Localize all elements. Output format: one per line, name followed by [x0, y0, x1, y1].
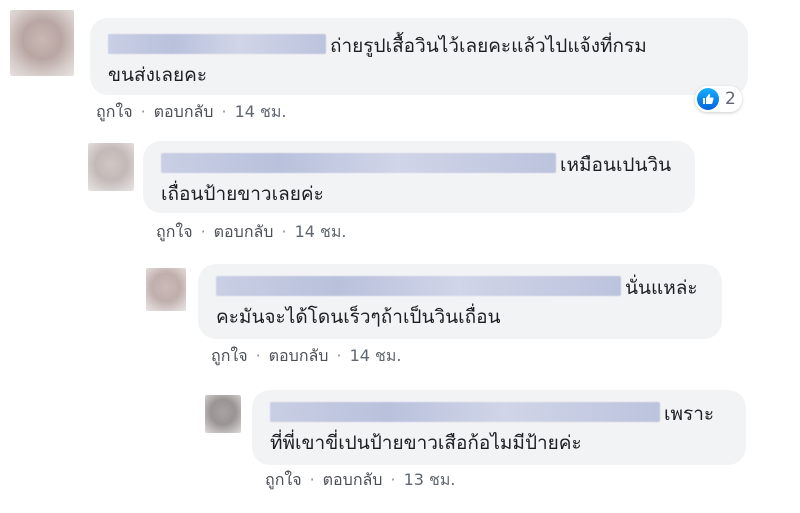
separator: · [255, 346, 261, 365]
reply-link[interactable]: ตอบกลับ [214, 222, 274, 241]
comment-actions: ถูกใจ · ตอบกลับ · 14 ชม. [156, 220, 347, 245]
comment-bubble: ถ่ายรูปเสื้อวินไว้เลยคะแล้วไปแจ้งที่กรม … [90, 18, 748, 95]
comment-text-line2: เถื่อนป้ายขาวเลยค่ะ [161, 183, 324, 205]
avatar[interactable] [146, 268, 186, 311]
timestamp[interactable]: 14 ชม. [235, 102, 287, 121]
timestamp[interactable]: 14 ชม. [350, 346, 402, 365]
commenter-name-redacted[interactable] [216, 276, 621, 296]
reply-link[interactable]: ตอบกลับ [269, 346, 329, 365]
separator: · [200, 222, 206, 241]
comment-actions: ถูกใจ · ตอบกลับ · 14 ชม. [96, 100, 287, 125]
commenter-name-redacted[interactable] [270, 402, 660, 422]
comment-text-line1: นั่นแหล่ะ [625, 277, 698, 299]
reply-link[interactable]: ตอบกลับ [323, 470, 383, 489]
comment-text-line2: ขนส่งเลยคะ [108, 64, 208, 86]
avatar[interactable] [205, 395, 241, 433]
comment-bubble: เหมือนเปนวิน เถื่อนป้ายขาวเลยค่ะ [143, 141, 695, 213]
comment-actions: ถูกใจ · ตอบกลับ · 14 ชม. [211, 344, 402, 369]
separator: · [140, 102, 146, 121]
comment-text-line2: ที่พี่เขาขี่เปนป้ายขาวเสือก้อไมมีป้ายค่ะ [270, 432, 582, 454]
comment-bubble: นั่นแหล่ะ คะมันจะได้โดนเร็วๆถ้าเป็นวินเถ… [198, 264, 722, 339]
comment-text-line1: เพราะ [664, 403, 715, 425]
like-link[interactable]: ถูกใจ [211, 346, 248, 365]
avatar[interactable] [10, 10, 74, 76]
commenter-name-redacted[interactable] [108, 34, 326, 54]
like-thumb-icon [697, 88, 719, 110]
separator: · [390, 470, 396, 489]
separator: · [336, 346, 342, 365]
like-link[interactable]: ถูกใจ [96, 102, 133, 121]
reaction-count: 2 [725, 89, 736, 109]
commenter-name-redacted[interactable] [161, 153, 556, 173]
comment-text-line1: ถ่ายรูปเสื้อวินไว้เลยคะแล้วไปแจ้งที่กรม [330, 35, 647, 57]
comment-text-line2: คะมันจะได้โดนเร็วๆถ้าเป็นวินเถื่อน [216, 306, 501, 328]
comment-bubble: เพราะ ที่พี่เขาขี่เปนป้ายขาวเสือก้อไมมีป… [252, 390, 746, 465]
avatar[interactable] [88, 143, 134, 191]
timestamp[interactable]: 14 ชม. [295, 222, 347, 241]
like-link[interactable]: ถูกใจ [265, 470, 302, 489]
reaction-badge[interactable]: 2 [695, 86, 742, 112]
timestamp[interactable]: 13 ชม. [404, 470, 456, 489]
separator: · [221, 102, 227, 121]
like-link[interactable]: ถูกใจ [156, 222, 193, 241]
separator: · [281, 222, 287, 241]
comment-actions: ถูกใจ · ตอบกลับ · 13 ชม. [265, 468, 456, 493]
comment-text-line1: เหมือนเปนวิน [560, 154, 672, 176]
separator: · [309, 470, 315, 489]
reply-link[interactable]: ตอบกลับ [154, 102, 214, 121]
